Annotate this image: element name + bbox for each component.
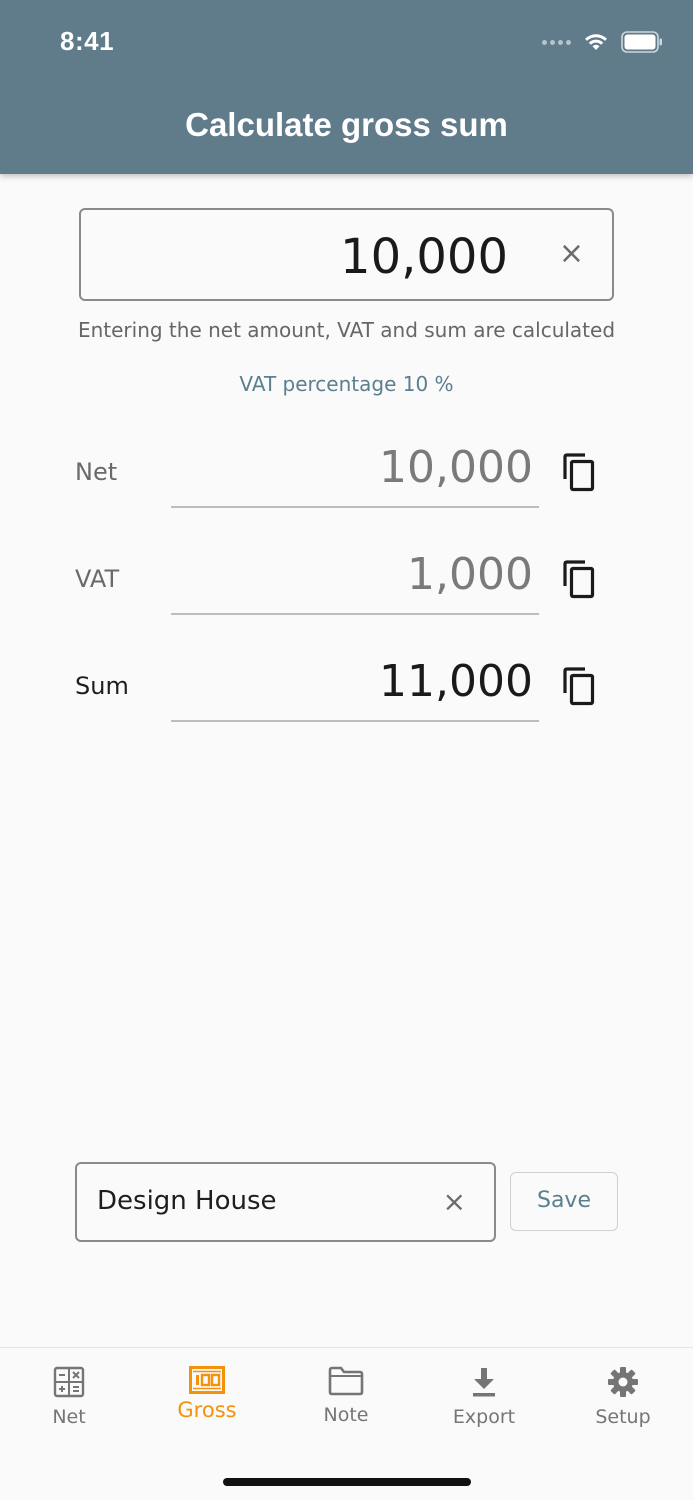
vat-percentage-link[interactable]: VAT percentage 10 % <box>0 372 693 396</box>
status-time: 8:41 <box>60 26 115 56</box>
gross-100-icon <box>189 1366 225 1394</box>
page-title: Calculate gross sum <box>185 106 508 143</box>
app-header: 8:41 Calculate gross sum <box>0 0 693 174</box>
download-icon <box>473 1368 495 1397</box>
nav-label: Net <box>52 1406 86 1428</box>
net-amount-value[interactable]: 10,000 <box>340 229 508 285</box>
nav-label: Setup <box>595 1406 651 1428</box>
copy-icon[interactable] <box>561 667 597 707</box>
divider <box>171 720 539 722</box>
nav-item-export[interactable]: Export <box>415 1366 553 1428</box>
result-row-vat: VAT 1,000 <box>0 547 693 647</box>
result-label: VAT <box>75 565 120 593</box>
divider <box>171 506 539 508</box>
note-input[interactable]: Design House × <box>75 1162 496 1242</box>
home-indicator <box>223 1478 471 1486</box>
save-button[interactable]: Save <box>510 1172 618 1231</box>
nav-item-gross[interactable]: Gross <box>138 1366 276 1422</box>
result-value: 10,000 <box>379 442 533 493</box>
gear-icon <box>608 1367 638 1397</box>
result-value: 11,000 <box>379 656 533 707</box>
divider <box>171 613 539 615</box>
result-label: Sum <box>75 672 129 700</box>
status-icons <box>542 30 663 54</box>
result-value: 1,000 <box>407 549 533 600</box>
wifi-icon <box>585 34 607 50</box>
nav-item-setup[interactable]: Setup <box>554 1366 692 1428</box>
nav-item-net[interactable]: Net <box>0 1366 138 1428</box>
clear-amount-icon[interactable]: × <box>559 239 584 269</box>
result-row-sum: Sum 11,000 <box>0 654 693 754</box>
nav-label: Note <box>323 1404 369 1426</box>
helper-text: Entering the net amount, VAT and sum are… <box>77 318 616 342</box>
nav-label: Gross <box>177 1398 237 1422</box>
copy-icon[interactable] <box>561 560 597 600</box>
nav-item-note[interactable]: Note <box>277 1366 415 1426</box>
nav-label: Export <box>452 1406 516 1428</box>
note-value[interactable]: Design House <box>97 1186 277 1216</box>
calculator-icon <box>53 1366 85 1398</box>
signal-icon <box>542 39 571 45</box>
battery-icon <box>621 31 662 53</box>
net-amount-input[interactable]: 10,000 × <box>79 208 614 301</box>
folder-icon <box>328 1366 364 1396</box>
copy-icon[interactable] <box>561 453 597 493</box>
result-row-net: Net 10,000 <box>0 440 693 540</box>
result-label: Net <box>75 458 118 486</box>
clear-note-icon[interactable]: × <box>443 1188 466 1216</box>
